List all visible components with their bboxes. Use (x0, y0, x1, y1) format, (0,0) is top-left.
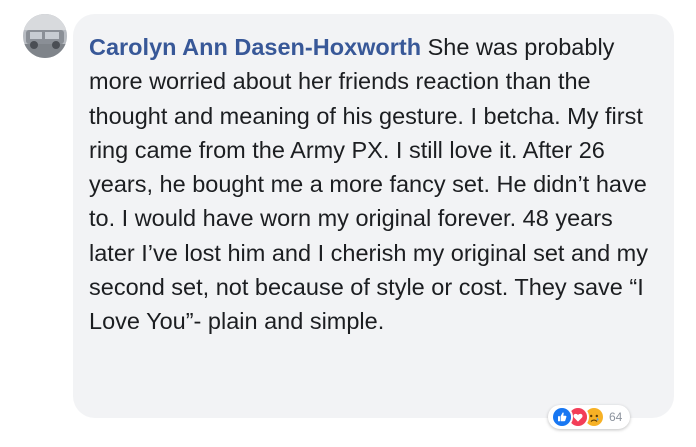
reaction-count: 64 (609, 410, 623, 424)
like-icon (551, 406, 573, 428)
comment-bubble: Carolyn Ann Dasen-Hoxworth She was proba… (73, 14, 674, 418)
reactions-summary[interactable]: 64 (548, 405, 631, 429)
comment-text: She was probably more worried about her … (89, 34, 649, 335)
avatar[interactable] (23, 14, 67, 58)
author-name-link[interactable]: Carolyn Ann Dasen-Hoxworth (89, 34, 421, 60)
comment-body: Carolyn Ann Dasen-Hoxworth She was proba… (89, 30, 656, 339)
avatar-photo (23, 14, 67, 58)
